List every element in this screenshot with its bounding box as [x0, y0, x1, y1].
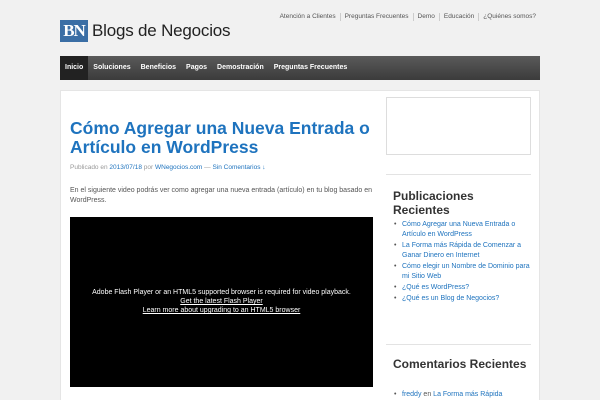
site-header: BN Blogs de Negocios Atención a Clientes…	[0, 0, 600, 56]
comment-post-link[interactable]: La Forma más Rápida	[433, 391, 502, 398]
nav-item-demostracion[interactable]: Demostración	[212, 56, 269, 80]
post-meta: Publicado en 2013/07/18 por WNegocios.co…	[70, 164, 266, 171]
post-title[interactable]: Cómo Agregar una Nueva Entrada o Artícul…	[70, 119, 370, 157]
recent-posts-list: Cómo Agregar una Nueva Entrada o Artícul…	[394, 220, 534, 305]
comments-link[interactable]: Sin Comentarios ↓	[212, 164, 265, 171]
video-player[interactable]: Adobe Flash Player or an HTML5 supported…	[70, 217, 373, 387]
html5-info-link[interactable]: Learn more about upgrading to an HTML5 b…	[70, 306, 373, 315]
site-logo[interactable]: BN Blogs de Negocios	[60, 20, 231, 42]
top-links: Atención a Clientes Preguntas Frecuentes…	[276, 13, 540, 21]
nav-item-preguntas[interactable]: Preguntas Frecuentes	[269, 56, 353, 80]
recent-post-item[interactable]: Cómo elegir un Nombre de Dominio para mi…	[394, 262, 534, 282]
top-link-atencion[interactable]: Atención a Clientes	[276, 13, 340, 21]
main-nav: Inicio Soluciones Beneficios Pagos Demos…	[60, 56, 540, 80]
logo-mark: BN	[60, 20, 88, 42]
nav-item-inicio[interactable]: Inicio	[60, 56, 89, 80]
site-title[interactable]: Blogs de Negocios	[92, 21, 231, 41]
recent-comment-item: freddy en La Forma más Rápida	[394, 391, 502, 398]
meta-prefix: Publicado en	[70, 164, 108, 171]
comment-author[interactable]: freddy	[402, 391, 421, 398]
nav-item-beneficios[interactable]: Beneficios	[136, 56, 181, 80]
recent-posts-title: Publicaciones Recientes	[393, 189, 474, 217]
sidebar-empty-widget	[386, 97, 531, 155]
post-body: En el siguiente video podrás ver como ag…	[70, 187, 372, 204]
recent-post-item[interactable]: Cómo Agregar una Nueva Entrada o Artícul…	[394, 220, 534, 240]
top-link-preguntas[interactable]: Preguntas Frecuentes	[339, 13, 413, 21]
post-date[interactable]: 2013/07/18	[109, 164, 142, 171]
nav-item-pagos[interactable]: Pagos	[181, 56, 212, 80]
nav-item-soluciones[interactable]: Soluciones	[88, 56, 135, 80]
recent-post-item[interactable]: ¿Qué es un Blog de Negocios?	[394, 294, 534, 304]
widget-divider	[386, 174, 531, 175]
video-message: Adobe Flash Player or an HTML5 supported…	[92, 289, 351, 296]
recent-comments-title: Comentarios Recientes	[393, 357, 527, 371]
post-author[interactable]: WNegocios.com	[155, 164, 202, 171]
video-message-block: Adobe Flash Player or an HTML5 supported…	[70, 288, 373, 315]
top-link-quienes[interactable]: ¿Quiénes somos?	[478, 13, 540, 21]
comment-conj: en	[423, 391, 432, 398]
flash-player-link[interactable]: Get the latest Flash Player	[70, 297, 373, 306]
top-link-educacion[interactable]: Educación	[438, 13, 478, 21]
widget-divider	[386, 344, 531, 345]
meta-by: por	[143, 164, 154, 171]
recent-post-item[interactable]: La Forma más Rápida de Comenzar a Ganar …	[394, 241, 534, 261]
meta-dash: —	[204, 164, 211, 171]
recent-post-item[interactable]: ¿Qué es WordPress?	[394, 283, 534, 293]
top-link-demo[interactable]: Demo	[412, 13, 439, 21]
